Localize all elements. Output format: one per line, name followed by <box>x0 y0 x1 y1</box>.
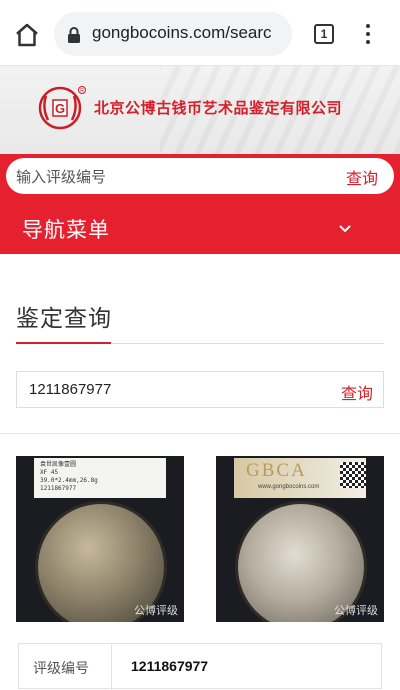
info-value: 1211867977 <box>131 658 209 674</box>
query-input[interactable]: 1211867977 <box>29 381 111 398</box>
lock-icon <box>68 27 80 43</box>
company-logo[interactable]: G R <box>36 82 88 132</box>
top-search-button[interactable]: 查询 <box>346 165 378 189</box>
address-bar[interactable]: gongbocoins.com/searc <box>54 12 292 56</box>
slab-label: GBCA www.gongbocoins.com <box>234 458 366 498</box>
photo-watermark: 公博评级 <box>134 604 178 617</box>
query-field[interactable]: 1211867977 查询 <box>16 371 384 408</box>
photo-watermark: 公博评级 <box>334 604 378 617</box>
chevron-down-icon[interactable] <box>338 222 352 236</box>
coin-photo-reverse[interactable]: GBCA www.gongbocoins.com 公博评级 <box>216 456 384 622</box>
site-banner: G R 北京公博古钱币艺术品鉴定有限公司 <box>0 66 400 154</box>
query-button[interactable]: 查询 <box>341 380 373 404</box>
section-divider-accent <box>16 342 111 344</box>
url-text: gongbocoins.com/searc <box>92 23 272 42</box>
tabs-icon[interactable]: 1 <box>314 24 334 44</box>
nav-menu-toggle[interactable]: 导航菜单 <box>22 214 110 244</box>
more-vert-icon[interactable] <box>360 22 376 46</box>
info-row: 评级编号 1211867977 <box>18 643 382 690</box>
info-key: 评级编号 <box>33 661 89 677</box>
company-name: 北京公博古钱币艺术品鉴定有限公司 <box>94 99 343 117</box>
slab-label-text: 袁世凯像壹圆 XF 45 39.0*2.4mm,26.8g 1211867977 <box>40 461 98 492</box>
gbca-brand: GBCA <box>246 460 307 481</box>
top-search-bar: 输入评级编号 查询 <box>6 158 394 194</box>
home-icon[interactable] <box>12 20 42 50</box>
page-title: 鉴定查询 <box>16 306 112 332</box>
coin-photo-obverse[interactable]: 袁世凯像壹圆 XF 45 39.0*2.4mm,26.8g 1211867977… <box>16 456 184 622</box>
content-separator <box>0 433 400 434</box>
logo-mark: G <box>55 101 65 116</box>
top-search-input[interactable]: 输入评级编号 <box>16 166 106 187</box>
svg-text:R: R <box>80 88 84 94</box>
qr-code <box>340 462 366 488</box>
slab-label: 袁世凯像壹圆 XF 45 39.0*2.4mm,26.8g 1211867977 <box>34 458 166 498</box>
info-separator <box>111 644 112 690</box>
gbca-url: www.gongbocoins.com <box>258 484 320 490</box>
browser-toolbar: gongbocoins.com/searc 1 <box>0 0 400 66</box>
